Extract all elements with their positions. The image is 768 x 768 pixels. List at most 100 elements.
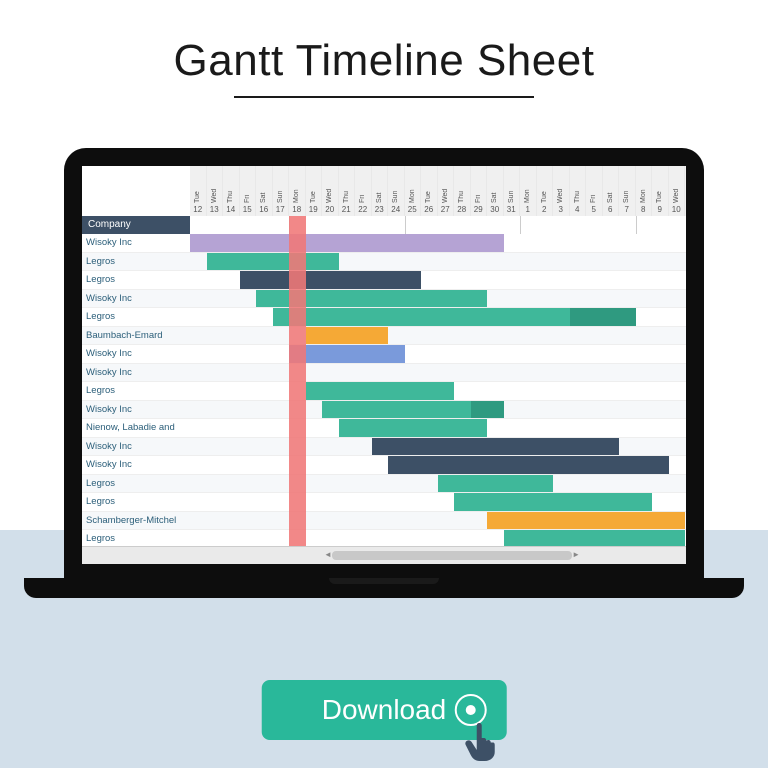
day-number: 28 bbox=[457, 203, 466, 216]
gantt-bar[interactable] bbox=[504, 530, 686, 548]
day-number: 19 bbox=[309, 203, 318, 216]
gantt-bar[interactable] bbox=[322, 401, 471, 419]
day-name: Mon bbox=[524, 179, 531, 203]
day-name: Sun bbox=[508, 179, 515, 203]
gantt-bar[interactable] bbox=[306, 382, 455, 400]
horizontal-scrollbar[interactable] bbox=[82, 546, 686, 564]
day-number: 6 bbox=[608, 203, 612, 216]
day-number: 16 bbox=[259, 203, 268, 216]
day-name: Fri bbox=[475, 179, 482, 203]
day-name: Thu bbox=[574, 179, 581, 203]
company-name: Schamberger-Mitchel bbox=[82, 512, 190, 530]
day-number: 21 bbox=[342, 203, 351, 216]
day-number: 31 bbox=[507, 203, 516, 216]
day-name: Tue bbox=[425, 179, 432, 203]
company-name: Wisoky Inc bbox=[82, 401, 190, 419]
download-button[interactable]: Download bbox=[262, 680, 507, 740]
gantt-bar[interactable] bbox=[207, 253, 339, 271]
page-title: Gantt Timeline Sheet bbox=[0, 0, 768, 86]
table-row: Wisoky Inc bbox=[82, 364, 686, 383]
gantt-bar[interactable] bbox=[570, 308, 636, 326]
day-name: Mon bbox=[293, 179, 300, 203]
table-row: Baumbach-Emard bbox=[82, 327, 686, 346]
title-underline bbox=[234, 96, 534, 98]
gantt-bar[interactable] bbox=[438, 475, 554, 493]
day-number: 4 bbox=[575, 203, 579, 216]
gantt-rows: Wisoky IncLegrosLegrosWisoky IncLegrosBa… bbox=[82, 234, 686, 549]
gantt-bar[interactable] bbox=[306, 327, 389, 345]
company-name: Wisoky Inc bbox=[82, 345, 190, 363]
table-row: Wisoky Inc bbox=[82, 345, 686, 364]
gantt-bar[interactable] bbox=[454, 493, 652, 511]
day-name: Wed bbox=[211, 179, 218, 203]
table-row: Wisoky Inc bbox=[82, 290, 686, 309]
day-number: 1 bbox=[526, 203, 530, 216]
company-name: Legros bbox=[82, 308, 190, 326]
day-name: Wed bbox=[442, 179, 449, 203]
day-name: Fri bbox=[590, 179, 597, 203]
day-name: Tue bbox=[541, 179, 548, 203]
table-row: Wisoky Inc bbox=[82, 401, 686, 420]
gantt-screen: Tue12Wed13Thu14Fri15Sat16Sun17Mon18Tue19… bbox=[82, 166, 686, 564]
company-name: Wisoky Inc bbox=[82, 364, 190, 382]
gantt-bar[interactable] bbox=[339, 419, 488, 437]
day-name: Wed bbox=[673, 179, 680, 203]
company-name: Legros bbox=[82, 382, 190, 400]
day-name: Sat bbox=[607, 179, 614, 203]
gantt-bar[interactable] bbox=[289, 345, 405, 363]
company-name: Wisoky Inc bbox=[82, 456, 190, 474]
day-name: Sat bbox=[491, 179, 498, 203]
day-number: 17 bbox=[276, 203, 285, 216]
day-number: 2 bbox=[542, 203, 546, 216]
table-row: Wisoky Inc bbox=[82, 456, 686, 475]
gantt-bar[interactable] bbox=[471, 401, 504, 419]
day-name: Sun bbox=[392, 179, 399, 203]
day-name: Fri bbox=[359, 179, 366, 203]
day-name: Mon bbox=[409, 179, 416, 203]
gantt-bar[interactable] bbox=[487, 512, 685, 530]
day-number: 13 bbox=[210, 203, 219, 216]
company-name: Legros bbox=[82, 475, 190, 493]
day-name: Fri bbox=[244, 179, 251, 203]
day-number: 8 bbox=[641, 203, 645, 216]
day-number: 15 bbox=[243, 203, 252, 216]
gantt-bar[interactable] bbox=[240, 271, 422, 289]
company-name: Legros bbox=[82, 530, 190, 548]
day-name: Thu bbox=[458, 179, 465, 203]
table-row: Legros bbox=[82, 271, 686, 290]
gantt-bar[interactable] bbox=[372, 438, 620, 456]
day-name: Wed bbox=[557, 179, 564, 203]
day-number: 18 bbox=[292, 203, 301, 216]
company-name: Wisoky Inc bbox=[82, 234, 190, 252]
date-header-row: Tue12Wed13Thu14Fri15Sat16Sun17Mon18Tue19… bbox=[82, 166, 686, 216]
day-number: 10 bbox=[672, 203, 681, 216]
laptop-mockup: Tue12Wed13Thu14Fri15Sat16Sun17Mon18Tue19… bbox=[64, 148, 704, 598]
cursor-hand-icon bbox=[462, 722, 498, 762]
day-number: 24 bbox=[391, 203, 400, 216]
company-name: Nienow, Labadie and bbox=[82, 419, 190, 437]
day-number: 29 bbox=[474, 203, 483, 216]
day-name: Tue bbox=[656, 179, 663, 203]
day-name: Sat bbox=[260, 179, 267, 203]
table-row: Legros bbox=[82, 253, 686, 272]
day-number: 3 bbox=[559, 203, 563, 216]
day-name: Thu bbox=[343, 179, 350, 203]
day-number: 14 bbox=[226, 203, 235, 216]
company-name: Wisoky Inc bbox=[82, 438, 190, 456]
day-name: Wed bbox=[326, 179, 333, 203]
day-name: Thu bbox=[227, 179, 234, 203]
table-row: Wisoky Inc bbox=[82, 234, 686, 253]
scroll-thumb[interactable] bbox=[332, 551, 572, 560]
day-number: 26 bbox=[424, 203, 433, 216]
gantt-bar[interactable] bbox=[388, 456, 669, 474]
company-column-header: Company bbox=[82, 216, 190, 234]
day-number: 23 bbox=[375, 203, 384, 216]
gantt-bar[interactable] bbox=[190, 234, 504, 252]
table-row: Schamberger-Mitchel bbox=[82, 512, 686, 531]
day-number: 7 bbox=[625, 203, 629, 216]
today-marker bbox=[289, 216, 306, 546]
table-row: Legros bbox=[82, 382, 686, 401]
day-number: 9 bbox=[658, 203, 662, 216]
company-name: Legros bbox=[82, 253, 190, 271]
table-row: Legros bbox=[82, 475, 686, 494]
